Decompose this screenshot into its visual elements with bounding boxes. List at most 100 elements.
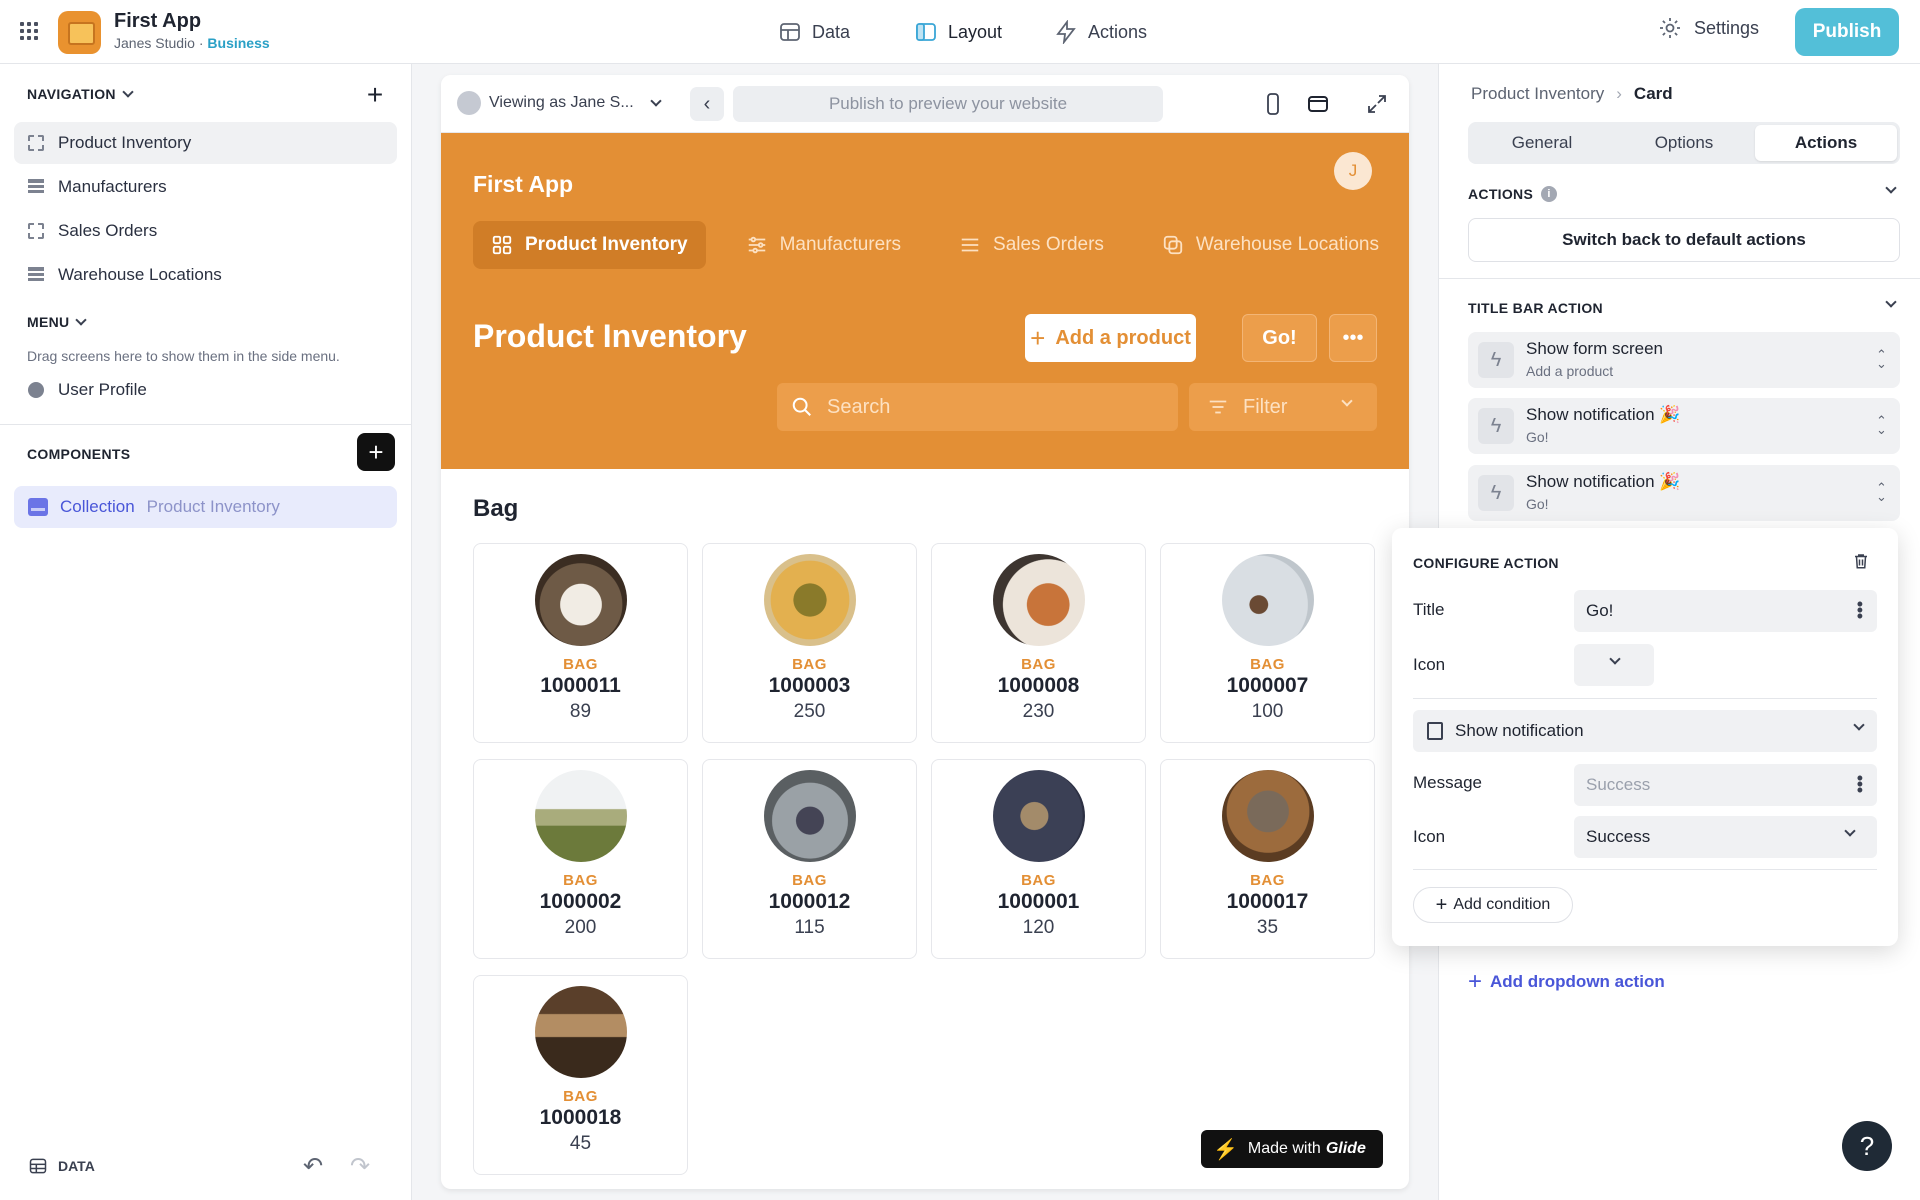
chevron-down-icon[interactable] (1885, 296, 1897, 308)
product-photo (992, 770, 1085, 862)
component-collection[interactable]: Collection Product Inventory (14, 486, 397, 528)
add-product-label: Add a product (1055, 326, 1191, 349)
switch-default-actions-button[interactable]: Switch back to default actions (1468, 218, 1900, 262)
product-quantity: 100 (1251, 701, 1284, 722)
reorder-icon[interactable]: ⌃ ⌄ (1876, 414, 1887, 436)
info-icon[interactable]: i (1541, 186, 1558, 202)
data-toggle[interactable]: DATA (28, 1156, 95, 1176)
product-card[interactable]: BAG 1000007 100 (1160, 543, 1375, 743)
more-vertical-icon[interactable]: • • • (1857, 769, 1863, 799)
tab-warehouse-locations[interactable]: Warehouse Locations (1144, 221, 1397, 269)
product-code: 1000012 (768, 890, 851, 913)
product-card[interactable]: BAG 1000008 230 (931, 543, 1146, 743)
product-quantity: 200 (564, 917, 597, 938)
phone-icon[interactable] (1261, 92, 1285, 116)
search-icon (792, 397, 811, 416)
action-row[interactable]: ϟ Show form screen Add a product ⌃ ⌄ (1468, 332, 1900, 388)
glide-label: Glide (1325, 1140, 1366, 1157)
product-card[interactable]: BAG 1000003 250 (702, 543, 917, 743)
sidebar-item-user-profile[interactable]: User Profile (14, 369, 397, 411)
help-button[interactable]: ? (1842, 1121, 1892, 1171)
preview-toolbar: Viewing as Jane S... ‹ Publish to previe… (441, 75, 1409, 133)
app-subtitle: Janes Studio · Business (114, 35, 270, 51)
tab-manufacturers[interactable]: Manufacturers (728, 221, 919, 269)
add-component-button[interactable]: + (357, 433, 395, 471)
viewing-as-select[interactable]: Viewing as Jane S... (457, 91, 662, 115)
product-card[interactable]: BAG 1000012 115 (702, 759, 917, 959)
sidebar-item-warehouse-locations[interactable]: Warehouse Locations (14, 254, 397, 296)
topnav-data[interactable]: Data (778, 16, 850, 48)
tab-general[interactable]: General (1471, 125, 1613, 161)
bolt-icon (1056, 20, 1076, 44)
product-category: BAG (1250, 656, 1285, 673)
bolt-icon: ϟ (1478, 408, 1514, 444)
product-card[interactable]: BAG 1000001 120 (931, 759, 1146, 959)
add-screen-button[interactable]: + (356, 76, 394, 114)
group-heading: Bag (473, 495, 519, 522)
title-field[interactable]: Go! • • • (1574, 590, 1877, 632)
undo-icon[interactable]: ↶ (303, 1152, 323, 1181)
tab-product-inventory[interactable]: Product Inventory (473, 221, 706, 269)
tab-sales-orders[interactable]: Sales Orders (941, 221, 1122, 269)
chevron-down-icon (1844, 825, 1856, 837)
bolt-icon: ϟ (1478, 342, 1514, 378)
chevron-down-icon (122, 86, 134, 98)
action-title: Show notification 🎉 (1526, 405, 1681, 424)
search-input[interactable]: Search (777, 383, 1178, 431)
tab-label: Manufacturers (779, 234, 902, 255)
message-field[interactable]: Success • • • (1574, 764, 1877, 806)
redo-icon[interactable]: ↷ (350, 1152, 370, 1181)
notification-icon (1427, 722, 1443, 740)
action-type-select[interactable]: Show notification (1413, 710, 1877, 752)
product-card[interactable]: BAG 1000017 35 (1160, 759, 1375, 959)
filter-label: Filter (1243, 395, 1288, 418)
reorder-icon[interactable]: ⌃ ⌄ (1876, 348, 1887, 370)
made-with-glide-badge[interactable]: ⚡ Made with Glide (1201, 1130, 1383, 1168)
back-button[interactable]: ‹ (690, 87, 724, 121)
tablet-icon[interactable] (1306, 92, 1330, 116)
add-dropdown-label: Add dropdown action (1490, 972, 1665, 991)
more-vertical-icon[interactable]: • • • (1857, 595, 1863, 625)
product-card[interactable]: BAG 1000011 89 (473, 543, 688, 743)
apps-grid-icon[interactable] (20, 22, 38, 40)
sidebar-item-product-inventory[interactable]: Product Inventory (14, 122, 397, 164)
publish-button[interactable]: Publish (1795, 8, 1899, 56)
app-logo-icon (58, 11, 101, 54)
settings-button[interactable]: Settings (1658, 16, 1759, 40)
add-dropdown-action-button[interactable]: + Add dropdown action (1468, 968, 1665, 996)
add-product-button[interactable]: + Add a product (1025, 314, 1196, 362)
reorder-icon[interactable]: ⌃ ⌄ (1876, 481, 1887, 503)
topnav-actions[interactable]: Actions (1054, 16, 1147, 48)
tab-options[interactable]: Options (1613, 125, 1755, 161)
expand-icon[interactable] (1365, 92, 1389, 116)
person-icon (28, 382, 44, 398)
configure-action-popover: CONFIGURE ACTION Title Go! • • • Icon Show… (1392, 528, 1898, 946)
icon2-label: Icon (1413, 827, 1446, 846)
trash-icon[interactable] (1852, 552, 1870, 570)
notification-icon-select[interactable]: Success (1574, 816, 1877, 858)
navigation-header[interactable]: NAVIGATION (27, 86, 134, 102)
sidebar-item-sales-orders[interactable]: Sales Orders (14, 210, 397, 252)
crumb-parent[interactable]: Product Inventory (1471, 84, 1604, 104)
chevron-down-icon[interactable] (1885, 182, 1897, 194)
more-icon[interactable]: ••• (1329, 314, 1377, 362)
preview-url-bar[interactable]: Publish to preview your website (733, 86, 1163, 122)
tab-actions[interactable]: Actions (1755, 125, 1897, 161)
collection-icon (28, 498, 48, 516)
menu-header[interactable]: MENU (27, 314, 88, 330)
sidebar-item-manufacturers[interactable]: Manufacturers (14, 166, 397, 208)
action-row[interactable]: ϟ Show notification 🎉 Go! ⌃ ⌄ (1468, 465, 1900, 521)
icon-select[interactable] (1574, 644, 1654, 686)
menu-header-label: MENU (27, 314, 70, 330)
action-row[interactable]: ϟ Show notification 🎉 Go! ⌃ ⌄ (1468, 398, 1900, 454)
avatar[interactable]: J (1334, 152, 1372, 190)
go-button[interactable]: Go! (1242, 314, 1317, 362)
add-condition-button[interactable]: + Add condition (1413, 887, 1573, 923)
sidebar-item-label: Sales Orders (58, 221, 158, 240)
title-bar-action-header: TITLE BAR ACTION (1468, 300, 1603, 316)
product-card[interactable]: BAG 1000002 200 (473, 759, 688, 959)
topnav-layout[interactable]: Layout (914, 16, 1002, 48)
chevron-down-icon (75, 314, 88, 326)
product-card[interactable]: BAG 1000018 45 (473, 975, 688, 1175)
filter-dropdown[interactable]: Filter (1189, 383, 1377, 431)
